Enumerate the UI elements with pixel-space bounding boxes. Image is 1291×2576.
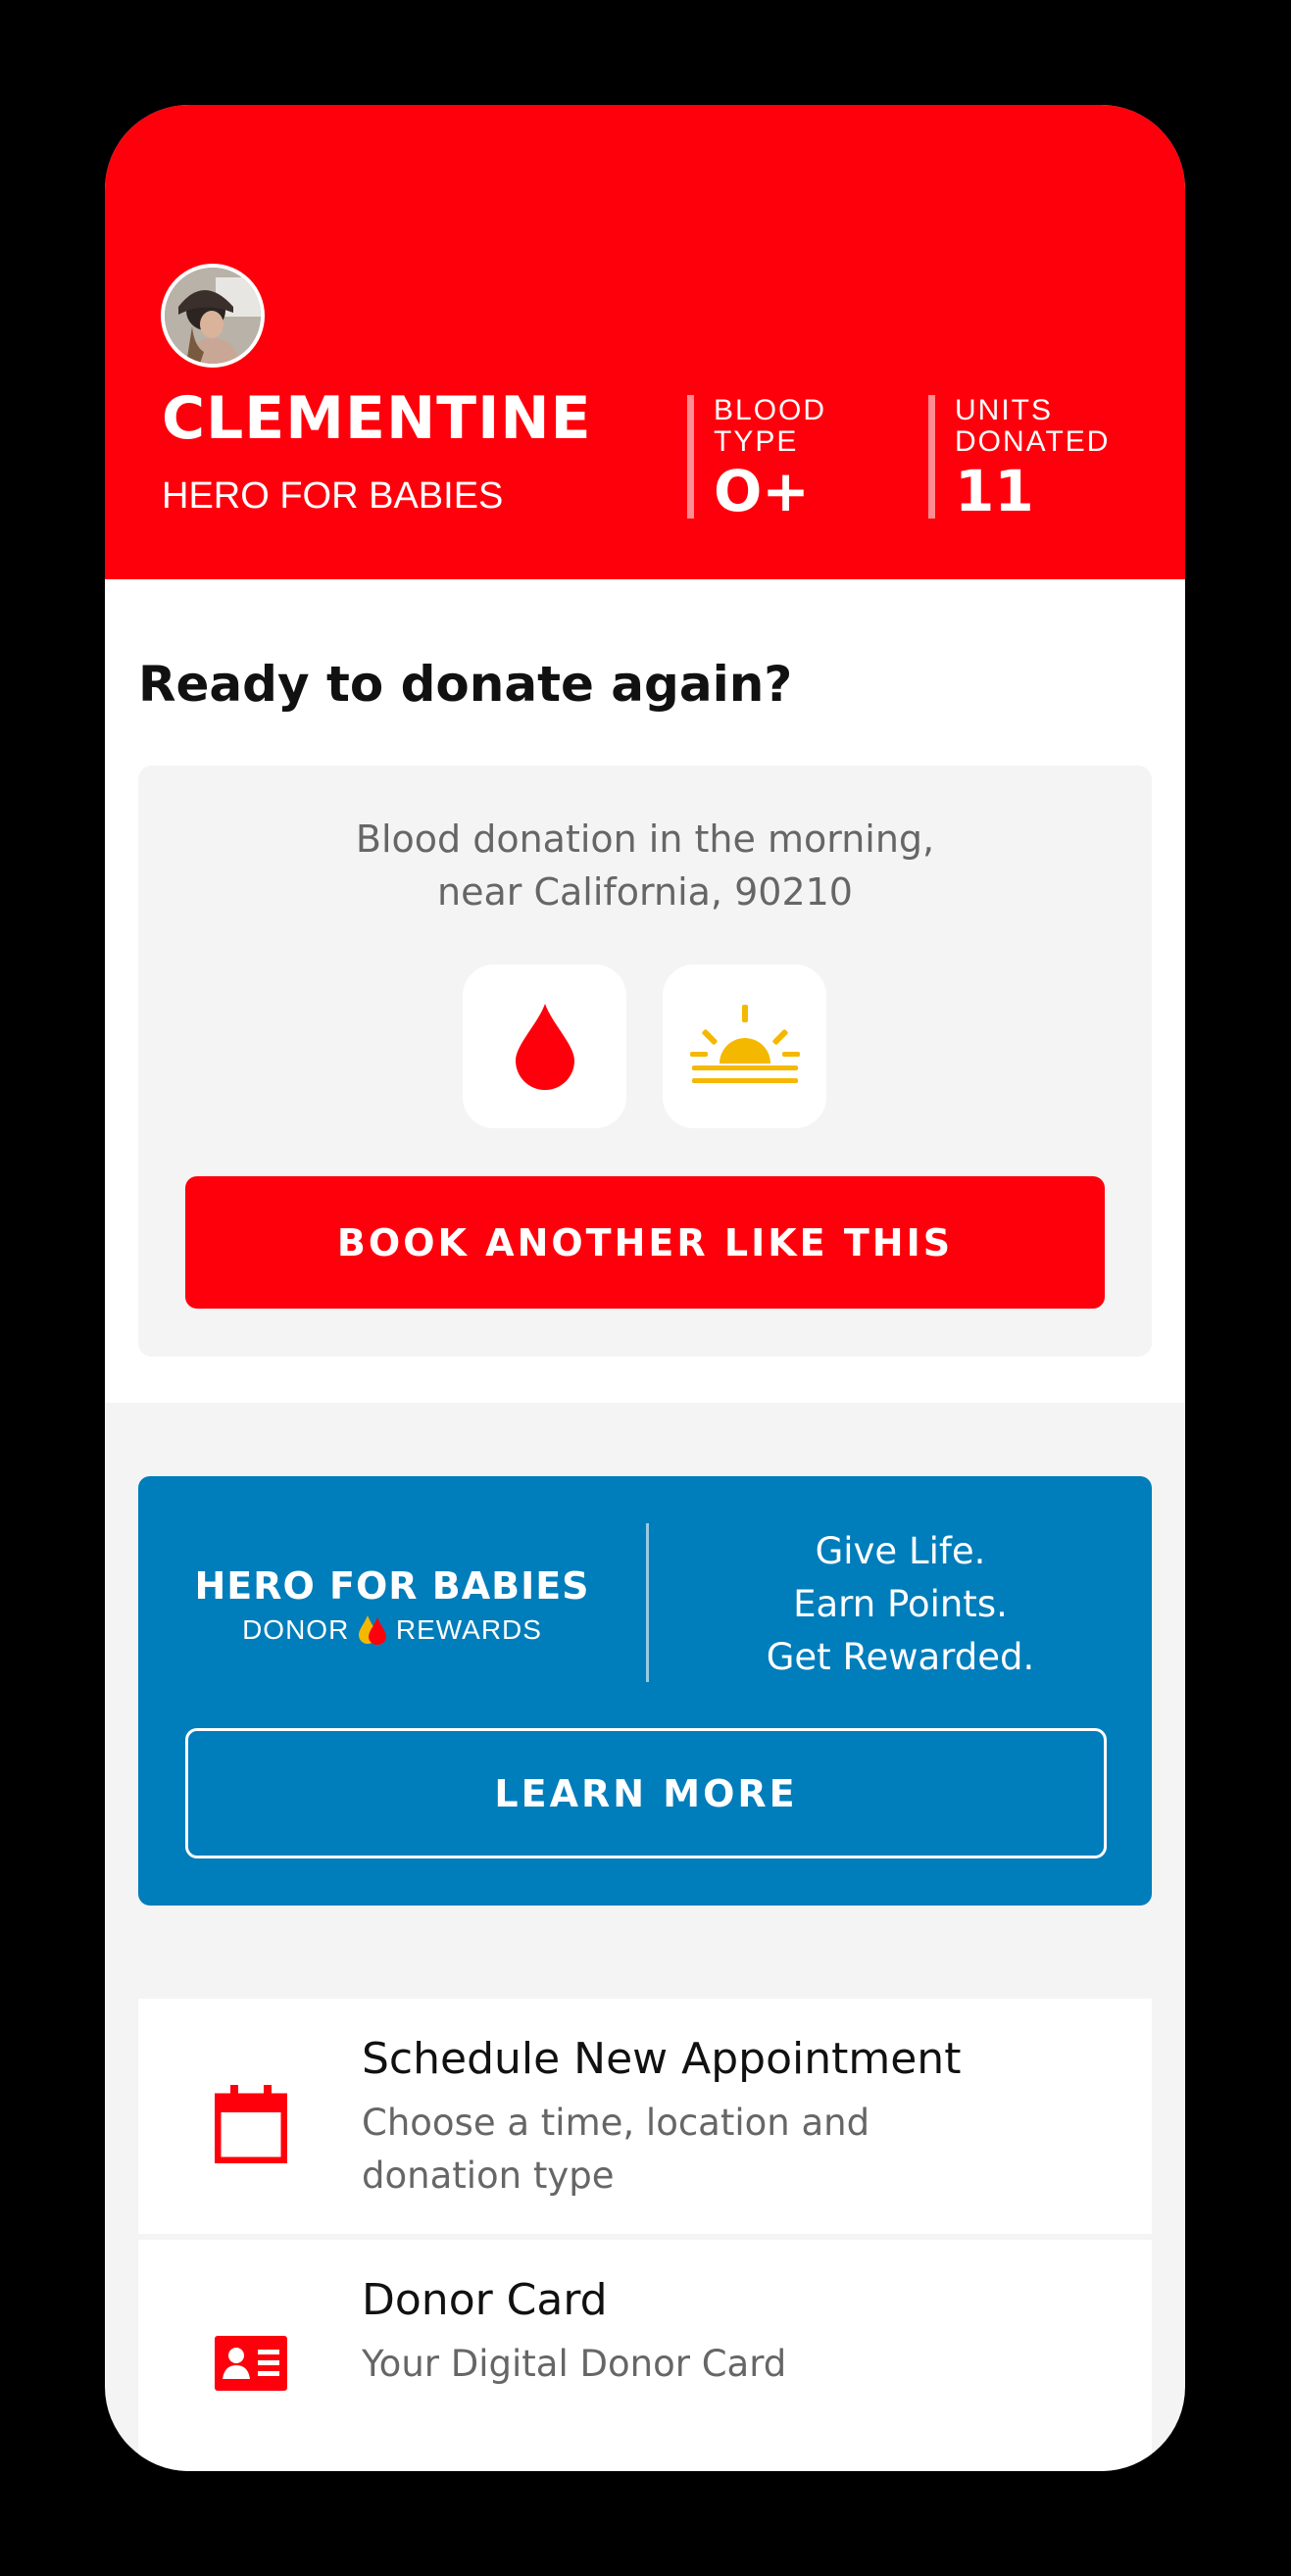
rewards-brand-sub: DONOR REWARDS [138, 1613, 646, 1646]
profile-header: CLEMENTINE HERO FOR BABIES BLOOD TYPE O+… [105, 105, 1185, 579]
learn-more-button[interactable]: LEARN MORE [185, 1728, 1107, 1858]
blood-type-stat: BLOOD TYPE O+ [687, 394, 841, 524]
schedule-sub-line-1: Choose a time, location and [362, 2102, 870, 2144]
section-heading: Ready to donate again? [138, 656, 793, 713]
calendar-icon [215, 2085, 287, 2163]
schedule-sub-line-2: donation type [362, 2155, 615, 2197]
rewards-banner: HERO FOR BABIES DONOR REWARDS Give Life.… [138, 1476, 1152, 1906]
time-of-day-tile [663, 965, 826, 1128]
schedule-subtitle: Choose a time, location and donation typ… [362, 2097, 1107, 2203]
avatar[interactable] [161, 264, 265, 368]
blood-drop-icon [515, 1003, 574, 1090]
blood-type-value: O+ [714, 458, 810, 524]
donor-card-title: Donor Card [362, 2275, 608, 2325]
tagline-1: Give Life. [815, 1530, 986, 1572]
rewards-brand-name: HERO FOR BABIES [194, 1564, 590, 1608]
tagline-2: Earn Points. [793, 1583, 1008, 1625]
suggestion-line-2: near California, 90210 [437, 870, 853, 914]
rewards-sub-left: DONOR [242, 1614, 350, 1645]
donation-type-tile [463, 965, 626, 1128]
book-again-button[interactable]: BOOK ANOTHER LIKE THIS [185, 1176, 1105, 1309]
user-rank: HERO FOR BABIES [162, 475, 504, 517]
rewards-logo: HERO FOR BABIES DONOR REWARDS [138, 1564, 646, 1646]
units-donated-stat: UNITS DONATED 11 [928, 394, 1141, 524]
schedule-title: Schedule New Appointment [362, 2034, 962, 2084]
list-item-schedule[interactable]: Schedule New Appointment Choose a time, … [138, 1999, 1152, 2234]
suggestion-card: Blood donation in the morning, near Cali… [138, 766, 1152, 1357]
id-card-icon [215, 2336, 287, 2391]
blood-type-label: BLOOD TYPE [714, 394, 827, 458]
list-item-donor-card[interactable]: Donor Card Your Digital Donor Card [138, 2240, 1152, 2471]
user-name: CLEMENTINE [162, 384, 592, 453]
suggestion-line-1: Blood donation in the morning, [355, 817, 935, 861]
units-donated-label: UNITS DONATED [955, 394, 1111, 458]
tagline-3: Get Rewarded. [766, 1636, 1035, 1678]
units-donated-value: 11 [955, 458, 1034, 524]
rewards-sub-right: REWARDS [395, 1614, 542, 1645]
donor-card-subtitle: Your Digital Donor Card [362, 2343, 787, 2385]
drops-icon [359, 1615, 387, 1645]
suggestion-text: Blood donation in the morning, near Cali… [138, 813, 1152, 918]
sunrise-icon [689, 1004, 800, 1083]
rewards-tagline: Give Life. Earn Points. Get Rewarded. [649, 1525, 1152, 1684]
app-screen: CLEMENTINE HERO FOR BABIES BLOOD TYPE O+… [105, 105, 1185, 2471]
ready-section: Ready to donate again? Blood donation in… [105, 579, 1185, 1403]
